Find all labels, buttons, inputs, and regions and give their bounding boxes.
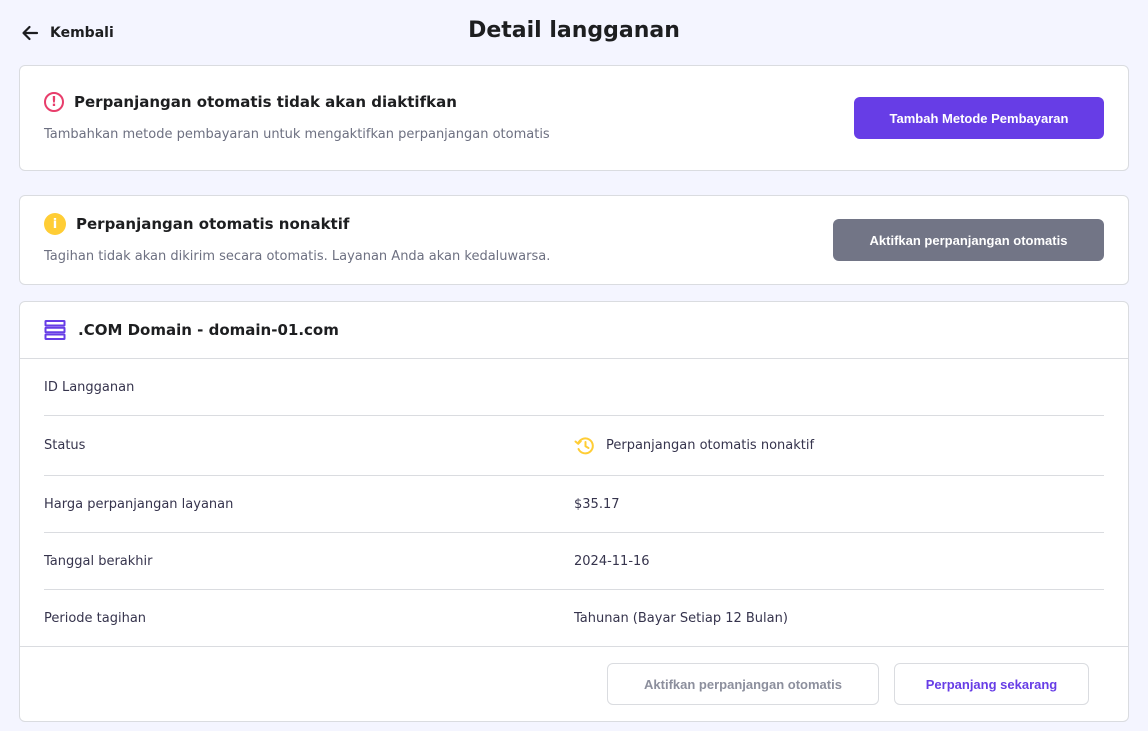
row-value: 2024-11-16 [574,553,650,569]
subscription-details-card: .COM Domain - domain-01.com ID Langganan… [19,301,1129,722]
add-payment-method-button[interactable]: Tambah Metode Pembayaran [854,97,1104,139]
row-label: Tanggal berakhir [44,553,153,569]
autorenew-alert-title: i Perpanjangan otomatis nonaktif [44,213,349,235]
top-bar: Kembali Detail langganan [0,0,1148,66]
subscription-header: .COM Domain - domain-01.com [20,302,1128,359]
table-row: Harga perpanjangan layanan $35.17 [44,476,1104,533]
table-row: Periode tagihan Tahunan (Bayar Setiap 12… [44,590,1104,647]
subscription-title: .COM Domain - domain-01.com [78,321,339,339]
server-icon [44,320,66,340]
row-value: Tahunan (Bayar Setiap 12 Bulan) [574,611,788,626]
table-row: ID Langganan [44,359,1104,416]
row-label: Status [44,438,86,453]
table-row: Tanggal berakhir 2024-11-16 [44,533,1104,590]
info-circle-icon: i [44,213,66,235]
enable-autorenew-footer-button[interactable]: Aktifkan perpanjangan otomatis [607,663,879,705]
autorenew-alert-description: Tagihan tidak akan dikirim secara otomat… [44,249,551,264]
row-value: $35.17 [574,496,620,512]
table-row: Status Perpanjangan otomatis nonaktif [44,416,1104,476]
history-icon [574,436,594,454]
status-text: Perpanjangan otomatis nonaktif [606,438,815,453]
payment-alert-title-text: Perpanjangan otomatis tidak akan diaktif… [74,93,457,111]
subscription-rows: ID Langganan Status Perpanjangan otomati… [44,359,1104,647]
exclamation-circle-icon: ! [44,92,64,112]
payment-method-alert: ! Perpanjangan otomatis tidak akan diakt… [19,65,1129,171]
renew-now-button[interactable]: Perpanjang sekarang [894,663,1089,705]
row-label: Harga perpanjangan layanan [44,496,234,512]
subscription-footer: Aktifkan perpanjangan otomatis Perpanjan… [20,646,1128,722]
payment-alert-description: Tambahkan metode pembayaran untuk mengak… [44,127,550,142]
status-value: Perpanjangan otomatis nonaktif [574,435,814,457]
autorenew-alert: i Perpanjangan otomatis nonaktif Tagihan… [19,195,1129,285]
payment-alert-title: ! Perpanjangan otomatis tidak akan diakt… [44,92,457,112]
row-label: ID Langganan [44,379,135,395]
row-label: Periode tagihan [44,611,147,626]
autorenew-alert-title-text: Perpanjangan otomatis nonaktif [76,215,350,233]
page-title: Detail langganan [468,18,680,43]
enable-autorenew-button[interactable]: Aktifkan perpanjangan otomatis [833,219,1104,261]
